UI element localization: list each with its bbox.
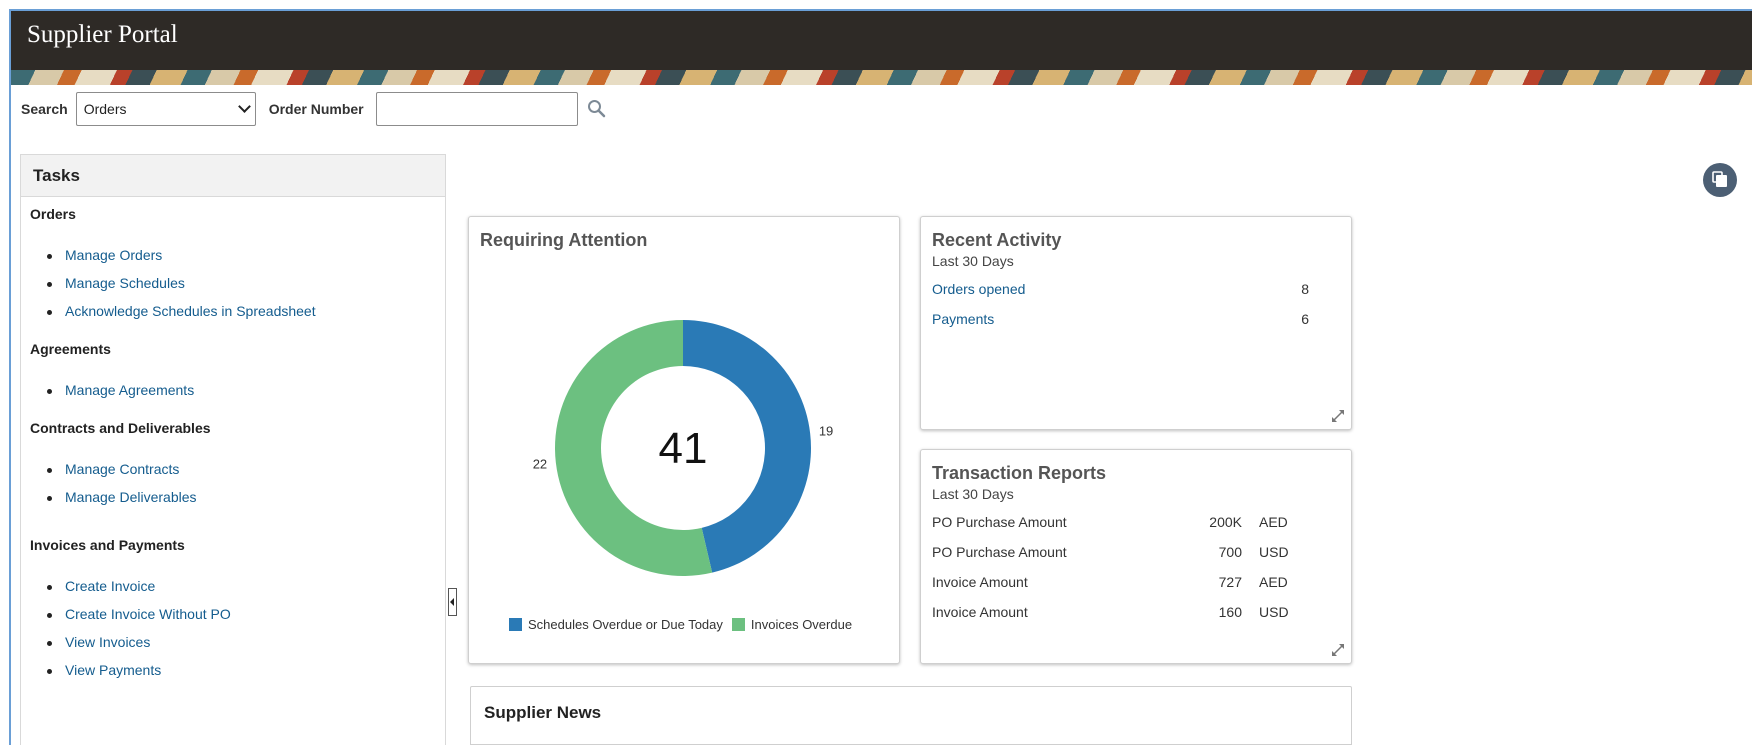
- manage-deliverables-link[interactable]: Manage Deliverables: [47, 489, 197, 505]
- view-invoices-link[interactable]: View Invoices: [46, 634, 150, 650]
- chart-legend: Schedules Overdue or Due Today Invoices …: [509, 617, 861, 632]
- recent-activity-card: Recent Activity Last 30 Days Orders open…: [920, 216, 1352, 430]
- manage-contracts-link[interactable]: Manage Contracts: [46, 461, 179, 477]
- manage-orders-link[interactable]: Manage Orders: [46, 247, 162, 263]
- search-type-select[interactable]: Orders: [75, 92, 256, 126]
- report-row: Invoice Amount 160 USD: [932, 604, 1312, 620]
- slice-value-label: 22: [533, 457, 547, 472]
- report-currency: USD: [1259, 604, 1289, 620]
- report-label: PO Purchase Amount: [932, 514, 1067, 530]
- app-header: Supplier Portal: [11, 11, 1752, 70]
- report-currency: AED: [1259, 514, 1288, 530]
- report-row: Invoice Amount 727 AED: [932, 574, 1312, 590]
- payments-link[interactable]: Payments: [932, 311, 994, 327]
- transaction-reports-card: Transaction Reports Last 30 Days PO Purc…: [920, 449, 1352, 664]
- task-section-contracts: Contracts and Deliverables: [30, 420, 211, 436]
- report-amount: 160: [1218, 604, 1242, 620]
- header-banner: [11, 70, 1752, 85]
- activity-row: Orders opened 8: [932, 281, 1327, 297]
- order-number-label: Order Number: [268, 101, 364, 117]
- create-invoice-without-po-link[interactable]: Create Invoice Without PO: [47, 606, 231, 622]
- recent-activity-subtitle: Last 30 Days: [932, 253, 1014, 269]
- order-number-input[interactable]: [375, 92, 578, 126]
- report-currency: USD: [1259, 544, 1289, 560]
- report-amount: 700: [1218, 544, 1242, 560]
- transaction-reports-subtitle: Last 30 Days: [932, 486, 1014, 502]
- transaction-reports-title: Transaction Reports: [932, 463, 1107, 483]
- report-row: PO Purchase Amount 700 USD: [932, 544, 1312, 560]
- orders-opened-count: 8: [1301, 281, 1309, 297]
- task-section-invoices: Invoices and Payments: [30, 537, 185, 553]
- tasks-header: Tasks: [21, 155, 445, 197]
- donut-total-label: 41: [659, 424, 708, 473]
- manage-schedules-link[interactable]: Manage Schedules: [47, 275, 185, 291]
- app-title: Supplier Portal: [27, 21, 178, 48]
- activity-row: Payments 6: [932, 311, 1327, 327]
- legend-swatch-schedules: [509, 618, 522, 631]
- search-icon[interactable]: [586, 98, 608, 120]
- expand-icon[interactable]: [1331, 409, 1345, 423]
- report-label: Invoice Amount: [932, 604, 1028, 620]
- task-section-agreements: Agreements: [30, 341, 111, 357]
- manage-agreements-link[interactable]: Manage Agreements: [46, 382, 194, 398]
- legend-label-schedules: Schedules Overdue or Due Today: [528, 617, 723, 632]
- payments-count: 6: [1301, 311, 1309, 327]
- report-row: PO Purchase Amount 200K AED: [932, 514, 1312, 530]
- legend-item-schedules: Schedules Overdue or Due Today: [509, 617, 723, 632]
- legend-swatch-invoices: [731, 618, 745, 631]
- expand-icon[interactable]: [1331, 643, 1345, 657]
- report-amount: 200K: [1209, 514, 1242, 530]
- report-amount: 727: [1218, 574, 1242, 590]
- donut-chart: 19 22 41: [533, 320, 833, 576]
- view-payments-link[interactable]: View Payments: [46, 662, 161, 678]
- report-label: PO Purchase Amount: [932, 544, 1067, 560]
- chevron-down-icon: [237, 100, 251, 113]
- create-invoice-link[interactable]: Create Invoice: [46, 578, 155, 594]
- legend-label-invoices: Invoices Overdue: [750, 617, 853, 632]
- report-label: Invoice Amount: [932, 574, 1028, 590]
- report-currency: AED: [1259, 574, 1288, 590]
- requiring-attention-card: Requiring Attention 19 22 41 Schedules Ove…: [468, 216, 900, 664]
- task-section-orders: Orders: [30, 206, 76, 222]
- search-label: Search: [21, 101, 68, 117]
- slice-value-label: 19: [819, 423, 833, 438]
- search-type-value: Orders: [83, 101, 127, 117]
- supplier-news-card: Supplier News: [470, 686, 1352, 745]
- acknowledge-schedules-link[interactable]: Acknowledge Schedules in Spreadsheet: [47, 303, 316, 319]
- tasks-panel: Tasks Orders Manage Orders Manage Schedu…: [20, 154, 446, 745]
- supplier-news-title: Supplier News: [484, 703, 602, 722]
- recent-activity-title: Recent Activity: [932, 230, 1062, 250]
- orders-opened-link[interactable]: Orders opened: [932, 281, 1025, 297]
- stacked-pages-icon[interactable]: [1703, 163, 1737, 197]
- legend-item-invoices: Invoices Overdue: [731, 617, 853, 632]
- search-bar: Search Orders Order Number: [21, 92, 608, 126]
- collapse-panel-icon[interactable]: [448, 588, 457, 616]
